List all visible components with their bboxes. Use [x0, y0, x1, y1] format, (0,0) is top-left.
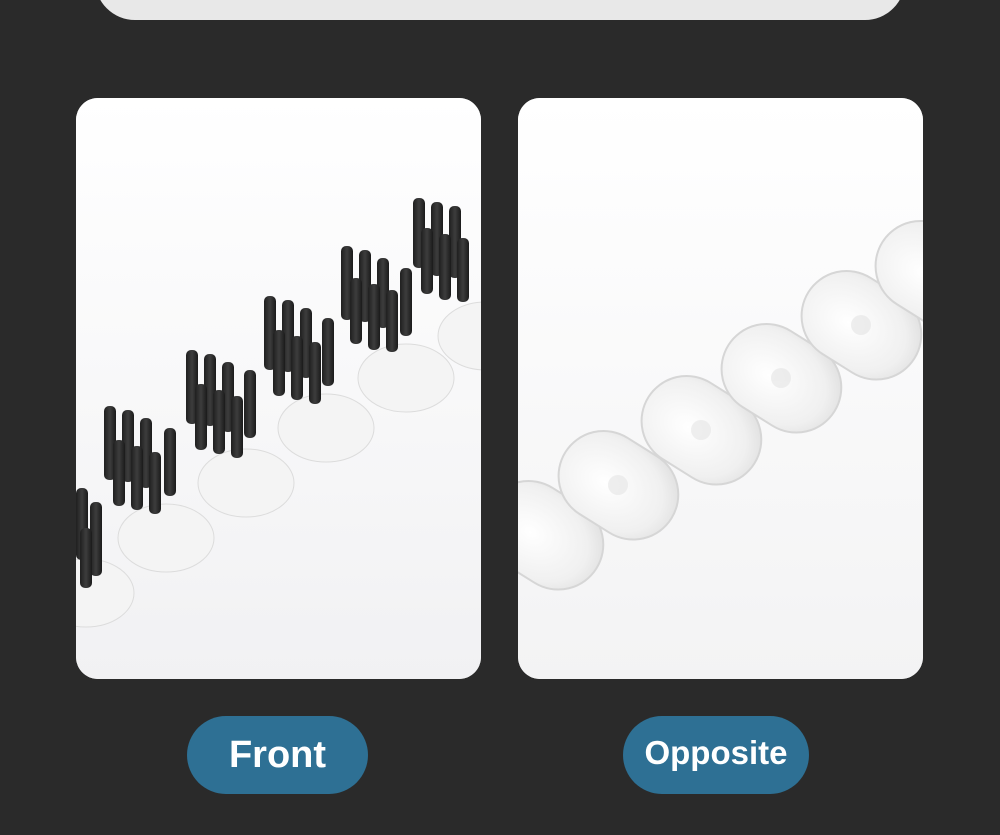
- top-panel-edge: [95, 0, 905, 20]
- brush-back-image: [518, 98, 923, 679]
- front-label-button[interactable]: Front: [187, 716, 368, 794]
- opposite-label-button[interactable]: Opposite: [623, 716, 809, 794]
- opposite-photo-panel: [518, 98, 923, 679]
- front-photo-panel: [76, 98, 481, 679]
- brush-front-image: [76, 98, 481, 679]
